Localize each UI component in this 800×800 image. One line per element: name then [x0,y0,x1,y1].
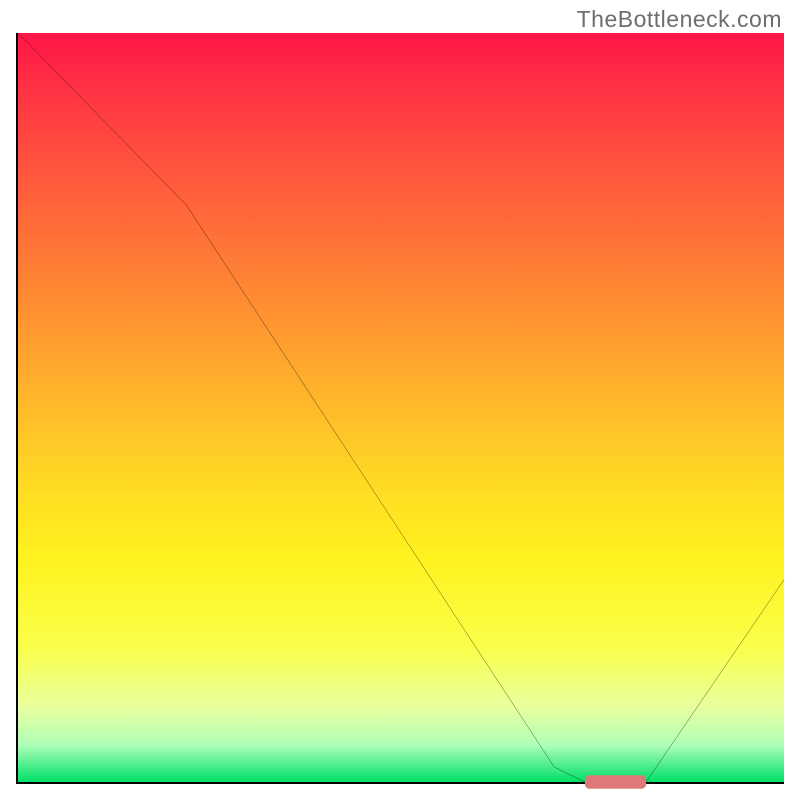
plot-area [16,33,784,784]
watermark-text: TheBottleneck.com [577,6,782,33]
bottleneck-curve [18,33,784,782]
curve-path [18,33,784,782]
optimal-range-marker [585,775,646,788]
